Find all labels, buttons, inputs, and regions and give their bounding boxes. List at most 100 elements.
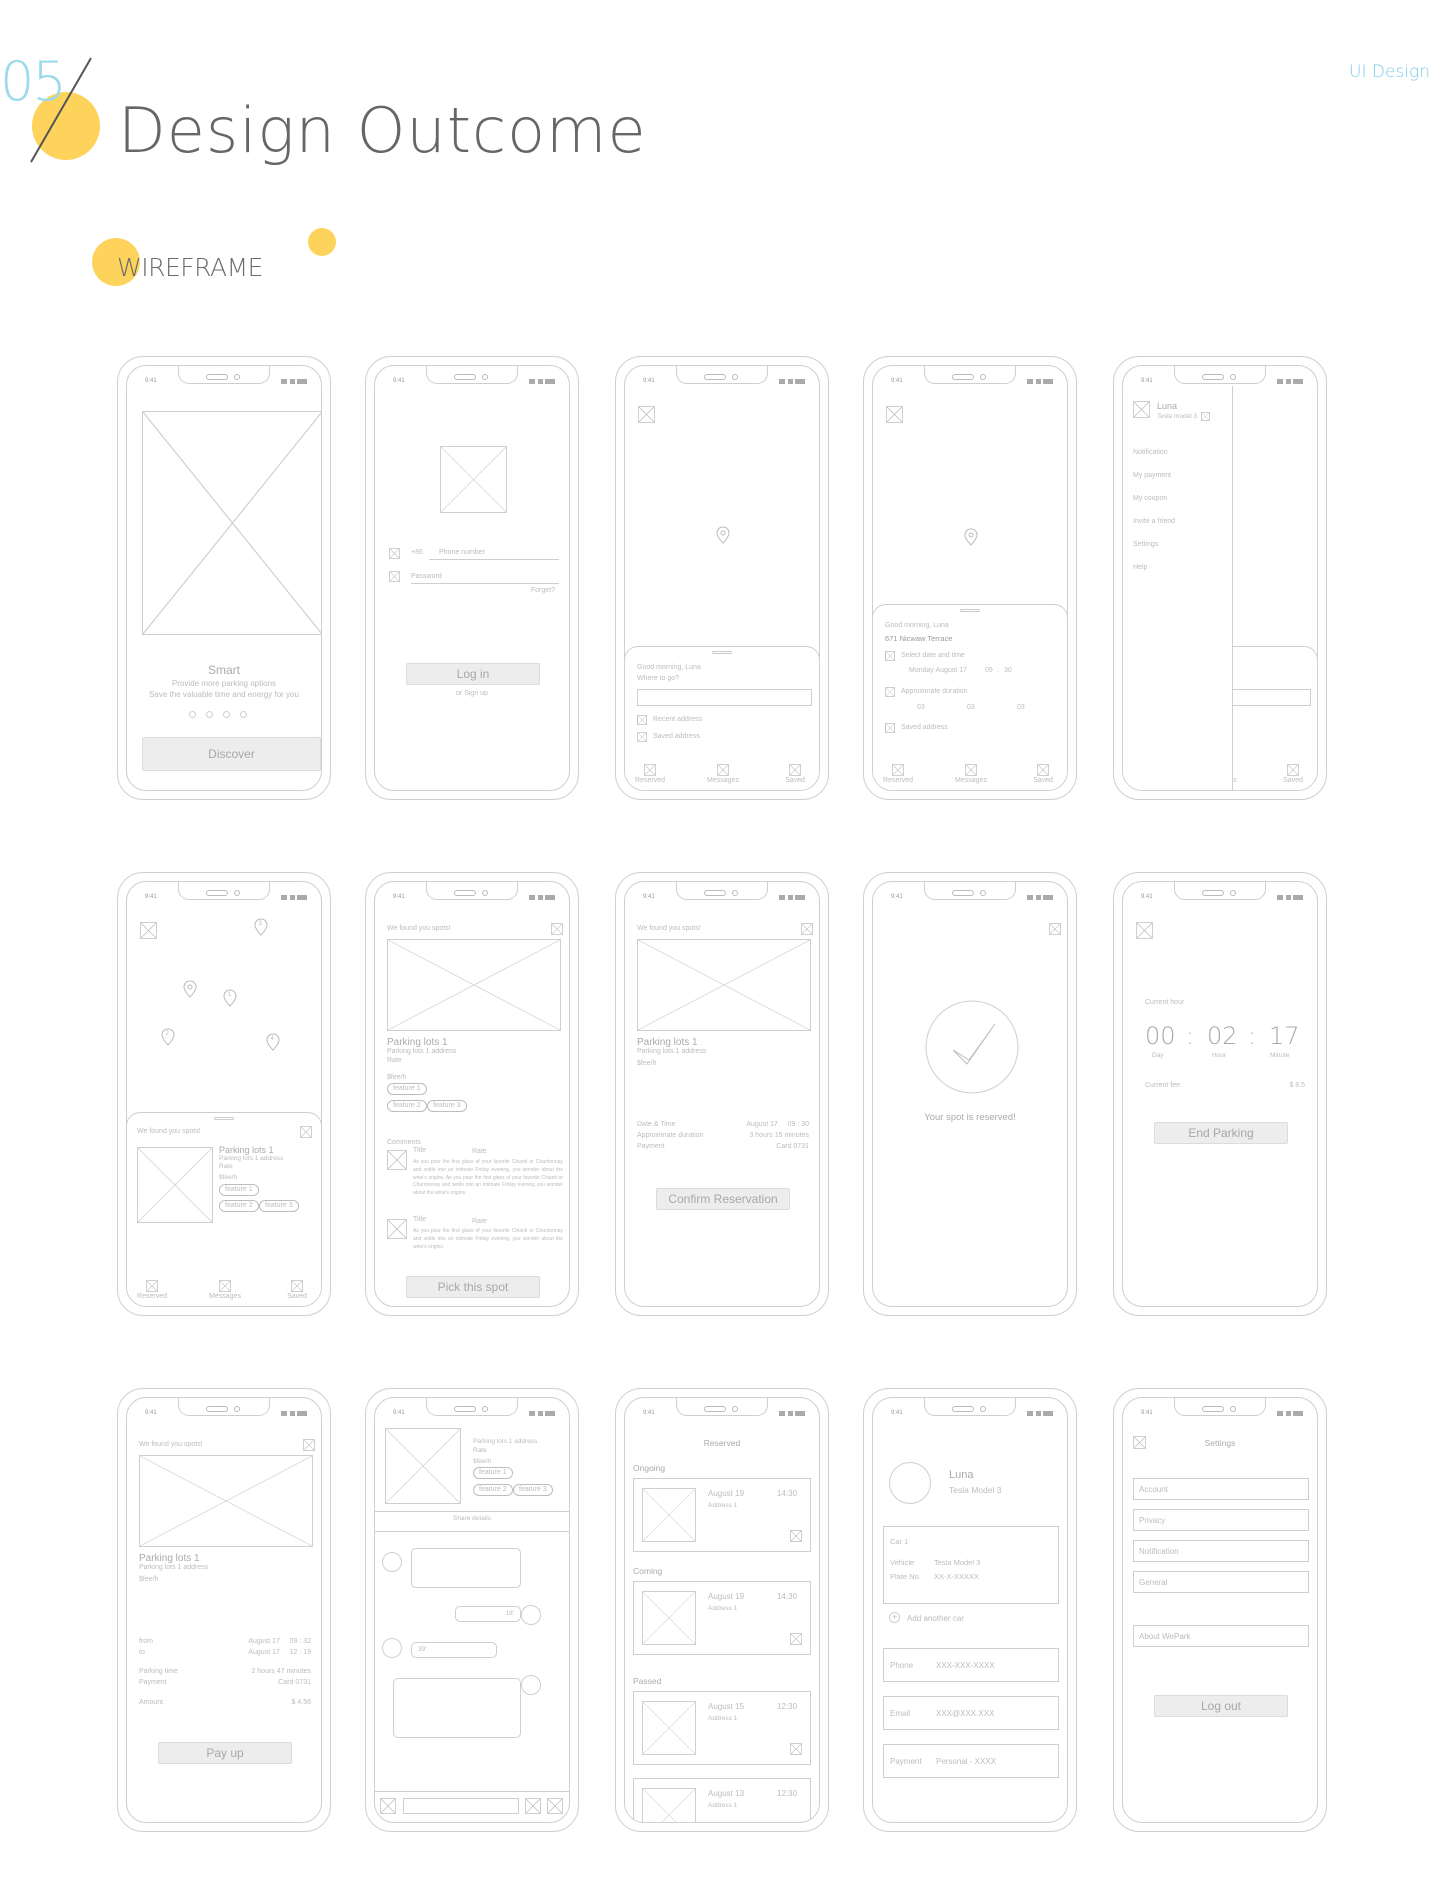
tab-label: Saved <box>785 777 805 784</box>
more-icon[interactable] <box>790 1743 802 1755</box>
lot-image <box>637 939 811 1031</box>
saved-address[interactable]: Saved address <box>901 724 948 732</box>
reservation-card[interactable]: August 13 12:30 Address 1 <box>633 1778 811 1822</box>
close-icon[interactable] <box>1049 923 1061 935</box>
duration-minute[interactable]: 03 <box>1017 704 1025 712</box>
current-location-pin-icon[interactable] <box>183 980 197 998</box>
saved-address[interactable]: Saved address <box>653 733 700 741</box>
confirm-reservation-button[interactable]: Confirm Reservation <box>656 1188 790 1210</box>
duration-day[interactable]: 03 <box>917 704 925 712</box>
menu-icon[interactable] <box>140 922 157 939</box>
spot-pin-icon[interactable]: 2 <box>161 1028 175 1046</box>
location-pin-icon[interactable] <box>716 526 730 544</box>
bottom-sheet[interactable]: Good morning, Luna 671 Nicwaw Terrace Se… <box>873 604 1067 790</box>
camera <box>1230 374 1236 380</box>
reservation-card[interactable]: August 19 14:30 Address 1 <box>633 1581 811 1655</box>
menu-settings[interactable]: Settings <box>1133 541 1158 548</box>
attach-icon[interactable] <box>380 1798 396 1814</box>
menu-help[interactable]: Help <box>1133 564 1147 571</box>
tab-saved[interactable]: Saved <box>1028 764 1058 784</box>
sheet-handle[interactable] <box>712 651 732 654</box>
spot-pin-icon[interactable]: 1 <box>223 989 237 1007</box>
menu-notification[interactable]: Notification <box>1133 449 1168 456</box>
spot-pin-icon[interactable]: 3 <box>254 918 268 936</box>
settings-privacy[interactable]: Privacy <box>1133 1509 1309 1531</box>
close-icon[interactable] <box>300 1126 312 1138</box>
avatar[interactable] <box>889 1462 931 1504</box>
login-button[interactable]: Log in <box>406 663 540 685</box>
menu-icon[interactable] <box>886 406 903 423</box>
search-input[interactable] <box>637 689 812 706</box>
bottom-sheet[interactable]: We found you spots! Parking lots 1 Parki… <box>127 1112 321 1306</box>
tab-reserved[interactable]: Reserved <box>137 1280 167 1300</box>
settings-general[interactable]: General <box>1133 1571 1309 1593</box>
settings-about[interactable]: About WePark <box>1133 1625 1309 1647</box>
password-input[interactable]: Password <box>411 573 442 581</box>
hour-value[interactable]: 09 <box>985 667 993 675</box>
menu-icon[interactable] <box>638 406 655 423</box>
car-card[interactable]: Car 1 Vehicle Tesla Model 3 Plate No. XX… <box>883 1526 1059 1604</box>
page-dot[interactable] <box>240 711 247 718</box>
location-pin-icon[interactable] <box>964 528 978 546</box>
select-date-time[interactable]: Select date and time <box>901 652 965 660</box>
avatar[interactable] <box>1133 401 1150 418</box>
add-car-link[interactable]: Add another car <box>907 1614 964 1624</box>
side-drawer[interactable]: Luna Tesla model 3 Notification My payme… <box>1123 386 1233 790</box>
duration-hour[interactable]: 03 <box>967 704 975 712</box>
page-indicator[interactable] <box>189 711 279 719</box>
edit-icon[interactable] <box>1201 412 1210 421</box>
tab-reserved[interactable]: Reserved <box>635 764 665 784</box>
tab-label: Saved <box>1033 777 1053 784</box>
logout-button[interactable]: Log out <box>1154 1695 1288 1717</box>
discover-button[interactable]: Discover <box>142 737 321 771</box>
add-icon[interactable]: + <box>889 1612 900 1623</box>
page-dot[interactable] <box>223 711 230 718</box>
payment-row[interactable]: Payment Personal - XXXX <box>883 1744 1059 1778</box>
menu-my-coupon[interactable]: My coupon <box>1133 495 1167 502</box>
tab-saved[interactable]: Saved <box>780 764 810 784</box>
end-parking-button[interactable]: End Parking <box>1154 1122 1288 1144</box>
close-icon[interactable] <box>551 923 563 935</box>
reservation-card[interactable]: August 19 14:30 Address 1 <box>633 1478 811 1552</box>
email-row[interactable]: Email XXX@XXX.XXX <box>883 1696 1059 1730</box>
message-input[interactable] <box>403 1798 519 1814</box>
more-icon[interactable] <box>790 1530 802 1542</box>
menu-icon[interactable] <box>1136 922 1153 939</box>
menu-invite-friend[interactable]: Invite a friend <box>1133 518 1175 525</box>
page-dot[interactable] <box>189 711 196 718</box>
country-code[interactable]: +86 <box>411 549 423 557</box>
lot-image <box>642 1591 696 1645</box>
tab-reserved[interactable]: Reserved <box>883 764 913 784</box>
pay-up-button[interactable]: Pay up <box>158 1742 292 1764</box>
saved-icon <box>1287 764 1299 776</box>
page-dot[interactable] <box>206 711 213 718</box>
minute-value[interactable]: 30 <box>1004 667 1012 675</box>
pick-spot-button[interactable]: Pick this spot <box>406 1276 540 1298</box>
status-icons <box>1027 1411 1053 1416</box>
tab-messages[interactable]: Messages <box>951 764 991 784</box>
send-icon[interactable] <box>547 1798 563 1814</box>
settings-account[interactable]: Account <box>1133 1478 1309 1500</box>
phone-row[interactable]: Phone XXX-XXX-XXXX <box>883 1648 1059 1682</box>
recent-address[interactable]: Recent address <box>653 716 702 724</box>
tab-label: Reserved <box>883 777 913 784</box>
more-icon[interactable] <box>790 1633 802 1645</box>
tab-messages[interactable]: Messages <box>703 764 743 784</box>
forget-link[interactable]: Forget? <box>531 587 555 595</box>
sheet-handle[interactable] <box>960 609 980 612</box>
tab-saved[interactable]: Saved <box>282 1280 312 1300</box>
reservation-card[interactable]: August 15 12:30 Address 1 <box>633 1691 811 1765</box>
tab-messages[interactable]: Messages <box>205 1280 245 1300</box>
signup-link[interactable]: or Sign up <box>375 690 569 698</box>
spot-pin-icon[interactable]: 4 <box>266 1033 280 1051</box>
sheet-handle[interactable] <box>214 1117 234 1120</box>
settings-notification[interactable]: Notification <box>1133 1540 1309 1562</box>
menu-my-payment[interactable]: My payment <box>1133 472 1171 479</box>
emoji-icon[interactable] <box>525 1798 541 1814</box>
date-value[interactable]: Monday August 17 <box>909 667 967 675</box>
lot-image <box>139 1455 313 1547</box>
phone-input[interactable]: Phone number <box>439 549 485 557</box>
close-icon[interactable] <box>303 1439 315 1451</box>
tab-saved[interactable]: Saved <box>1278 764 1308 784</box>
close-icon[interactable] <box>801 923 813 935</box>
